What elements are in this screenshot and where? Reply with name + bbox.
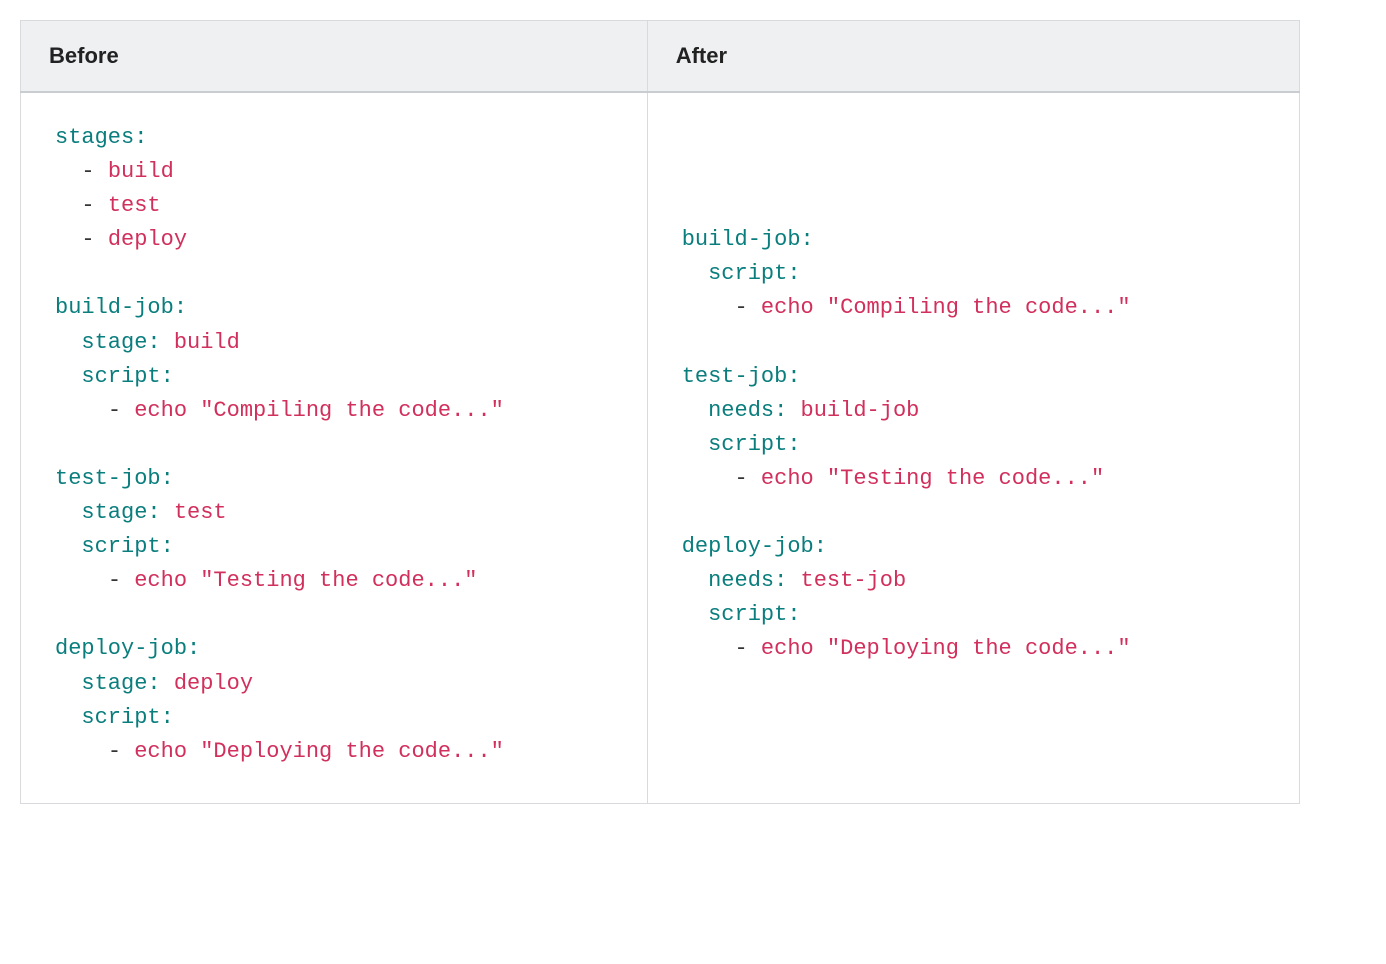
after-header: After [647, 21, 1299, 93]
before-cell: stages: - build - test - deploy build-jo… [21, 92, 648, 803]
after-cell: build-job: script: - echo "Compiling the… [647, 92, 1299, 803]
before-header: Before [21, 21, 648, 93]
after-code: build-job: script: - echo "Compiling the… [648, 195, 1299, 700]
comparison-table: Before After stages: - build - test - de… [20, 20, 1300, 804]
before-code: stages: - build - test - deploy build-jo… [21, 93, 647, 803]
